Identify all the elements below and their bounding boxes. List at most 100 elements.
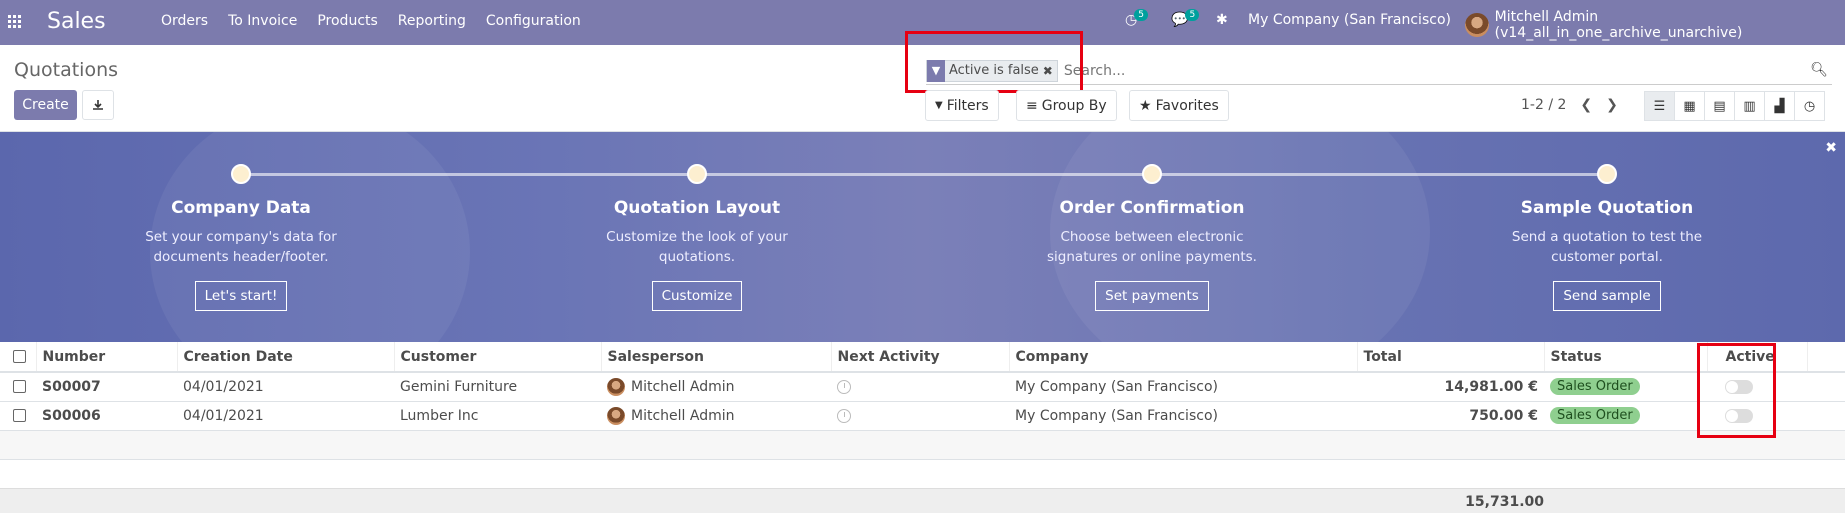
create-button[interactable]: Create bbox=[14, 90, 77, 120]
cell-customer: Lumber Inc bbox=[394, 401, 601, 431]
cell-next-activity bbox=[831, 401, 1009, 431]
company-switcher[interactable]: My Company (San Francisco) bbox=[1248, 12, 1451, 28]
quotations-table: Number Creation Date Customer Salesperso… bbox=[0, 342, 1845, 489]
onboarding-step-quotation-layout: Quotation Layout Customize the look of y… bbox=[567, 198, 827, 311]
step-title: Sample Quotation bbox=[1520, 198, 1694, 218]
messaging-menu[interactable]: 💬 5 bbox=[1171, 9, 1200, 28]
select-all-checkbox-cell bbox=[0, 342, 37, 373]
filters-button[interactable]: ▼ Filters bbox=[925, 90, 999, 121]
cell-next-activity bbox=[831, 372, 1009, 402]
step-description-line: Send a quotation to test the bbox=[1511, 229, 1703, 245]
onboarding-step-sample-quotation: Sample Quotation Send a quotation to tes… bbox=[1477, 198, 1737, 311]
groupby-label: Group By bbox=[1041, 97, 1107, 114]
cell-customer: Gemini Furniture bbox=[394, 372, 601, 402]
step-dot bbox=[1142, 164, 1162, 184]
pager-next-icon[interactable]: ❯ bbox=[1606, 97, 1618, 113]
table-footer: 15,731.00 bbox=[0, 488, 1845, 513]
calendar-view-icon[interactable]: ▤ bbox=[1704, 91, 1735, 121]
app-title[interactable]: Sales bbox=[47, 9, 106, 34]
column-total[interactable]: Total bbox=[1357, 342, 1545, 373]
main-menu: Orders To Invoice Products Reporting Con… bbox=[161, 13, 601, 29]
table-row[interactable]: S00007 04/01/2021 Gemini Furniture Mitch… bbox=[0, 372, 1845, 402]
activity-menu[interactable]: ◷ 5 bbox=[1125, 9, 1148, 28]
step-title: Company Data bbox=[171, 198, 311, 218]
customize-button[interactable]: Customize bbox=[651, 281, 743, 311]
cell-total: 750.00 € bbox=[1357, 401, 1544, 431]
apps-menu-icon[interactable] bbox=[8, 15, 21, 28]
avatar bbox=[607, 377, 625, 396]
cell-salesperson: Mitchell Admin bbox=[601, 372, 831, 402]
step-description-line: Customize the look of your bbox=[606, 229, 788, 245]
column-next-activity[interactable]: Next Activity bbox=[831, 342, 1010, 373]
optional-columns-toggle[interactable] bbox=[1807, 342, 1845, 373]
table-row[interactable]: S00006 04/01/2021 Lumber Inc Mitchell Ad… bbox=[0, 401, 1845, 431]
onboarding-step-company-data: Company Data Set your company's data for… bbox=[111, 198, 371, 311]
step-description-line: Choose between electronic bbox=[1060, 229, 1244, 245]
menu-item-reporting[interactable]: Reporting bbox=[398, 13, 466, 29]
download-button[interactable] bbox=[82, 90, 114, 120]
cell-status: Sales Order bbox=[1544, 372, 1707, 402]
menu-item-to-invoice[interactable]: To Invoice bbox=[228, 13, 297, 29]
avatar bbox=[1465, 13, 1489, 37]
view-switcher: ☰ ▦ ▤ ▥ ▟ ◷ bbox=[1644, 91, 1825, 121]
pager-previous-icon[interactable]: ❮ bbox=[1580, 97, 1592, 113]
menu-item-configuration[interactable]: Configuration bbox=[486, 13, 581, 29]
cell-total: 14,981.00 € bbox=[1357, 372, 1544, 402]
status-badge: Sales Order bbox=[1550, 378, 1640, 396]
sum-total: 15,731.00 bbox=[1465, 494, 1544, 510]
search-input[interactable] bbox=[1063, 62, 1764, 79]
send-sample-button[interactable]: Send sample bbox=[1553, 281, 1661, 311]
column-company[interactable]: Company bbox=[1009, 342, 1358, 373]
avatar bbox=[607, 406, 625, 425]
pager-value[interactable]: 1-2 / 2 bbox=[1521, 97, 1566, 113]
groupby-button[interactable]: ≡ Group By bbox=[1016, 90, 1117, 121]
cell-date: 04/01/2021 bbox=[177, 372, 394, 402]
step-description-line: documents header/footer. bbox=[153, 249, 329, 265]
clock-icon[interactable] bbox=[837, 408, 851, 423]
cell-spacer bbox=[1807, 401, 1845, 431]
row-checkbox[interactable] bbox=[13, 409, 26, 422]
graph-view-icon[interactable]: ▟ bbox=[1764, 91, 1795, 121]
step-dot bbox=[231, 164, 251, 184]
menu-item-products[interactable]: Products bbox=[317, 13, 377, 29]
close-icon[interactable]: ✖ bbox=[1825, 140, 1837, 156]
user-menu[interactable]: Mitchell Admin (v14_all_in_one_archive_u… bbox=[1465, 9, 1845, 41]
download-icon bbox=[93, 100, 103, 110]
lets-start-button[interactable]: Let's start! bbox=[194, 281, 288, 311]
empty-row bbox=[0, 430, 1845, 460]
debug-icon[interactable]: ✱ bbox=[1216, 12, 1228, 28]
cell-salesperson: Mitchell Admin bbox=[601, 401, 831, 431]
activity-view-icon[interactable]: ◷ bbox=[1794, 91, 1825, 121]
cell-number: S00007 bbox=[36, 372, 177, 402]
pivot-view-icon[interactable]: ▥ bbox=[1734, 91, 1765, 121]
kanban-view-icon[interactable]: ▦ bbox=[1674, 91, 1705, 121]
onboarding-banner: ✖ Company Data Set your company's data f… bbox=[0, 132, 1845, 342]
column-status[interactable]: Status bbox=[1544, 342, 1708, 373]
activity-badge: 5 bbox=[1134, 9, 1148, 21]
bars-icon: ≡ bbox=[1026, 97, 1038, 114]
column-creation-date[interactable]: Creation Date bbox=[177, 342, 395, 373]
cell-date: 04/01/2021 bbox=[177, 401, 394, 431]
select-all-checkbox[interactable] bbox=[13, 350, 26, 363]
filter-icon: ▼ bbox=[935, 100, 943, 111]
cell-company: My Company (San Francisco) bbox=[1009, 401, 1357, 431]
step-description-line: Set your company's data for bbox=[145, 229, 337, 245]
table-header-row: Number Creation Date Customer Salesperso… bbox=[0, 342, 1845, 373]
clock-icon[interactable] bbox=[837, 379, 851, 394]
menu-item-orders[interactable]: Orders bbox=[161, 13, 208, 29]
set-payments-button[interactable]: Set payments bbox=[1095, 281, 1209, 311]
row-checkbox[interactable] bbox=[13, 380, 26, 394]
search-icon[interactable]: 🔍︎ bbox=[1810, 62, 1828, 78]
column-customer[interactable]: Customer bbox=[394, 342, 602, 373]
column-salesperson[interactable]: Salesperson bbox=[601, 342, 832, 373]
step-title: Quotation Layout bbox=[613, 198, 781, 218]
salesperson-name: Mitchell Admin bbox=[631, 407, 735, 424]
messages-badge: 5 bbox=[1185, 9, 1200, 21]
star-icon: ★ bbox=[1139, 97, 1152, 114]
user-name: Mitchell Admin (v14_all_in_one_archive_u… bbox=[1494, 9, 1743, 41]
filters-label: Filters bbox=[946, 97, 989, 114]
list-view-icon[interactable]: ☰ bbox=[1644, 91, 1675, 121]
step-title: Order Confirmation bbox=[1059, 198, 1245, 218]
favorites-button[interactable]: ★ Favorites bbox=[1129, 90, 1229, 121]
column-number[interactable]: Number bbox=[36, 342, 178, 373]
